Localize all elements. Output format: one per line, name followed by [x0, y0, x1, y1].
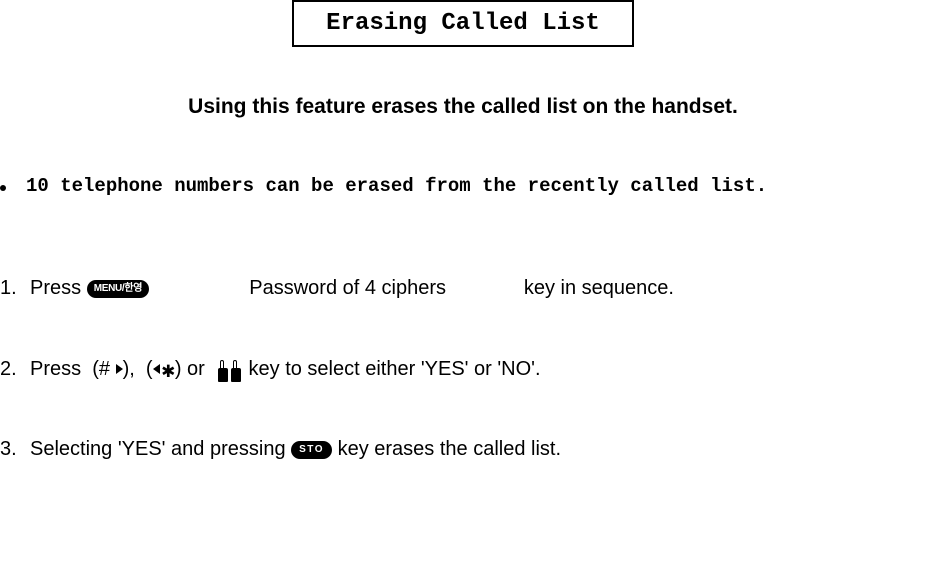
step-number: 1.: [0, 277, 30, 300]
bullet-text: 10 telephone numbers can be erased from …: [26, 175, 767, 197]
sto-key-icon: STO: [291, 441, 332, 459]
text: ), (: [123, 358, 153, 381]
subheading: Using this feature erases the called lis…: [0, 95, 926, 119]
lock-icon: [218, 356, 241, 382]
title-box: Erasing Called List: [292, 0, 634, 47]
arrow-left-icon: [153, 364, 160, 374]
text: Selecting 'YES' and pressing: [30, 438, 291, 461]
text: key in sequence.: [518, 277, 674, 300]
text: Press (#: [30, 358, 116, 381]
step-number: 3.: [0, 438, 30, 461]
spacer: [149, 277, 249, 300]
step-3: 3. Selecting 'YES' and pressing STO key …: [0, 438, 926, 461]
step-2: 2. Press (# ), ( ✱ ) or key to select ei…: [0, 356, 926, 382]
text: ) or: [175, 358, 216, 381]
menu-key-icon: MENU/한영: [87, 280, 150, 298]
asterisk-icon: ✱: [162, 358, 175, 384]
text: key erases the called list.: [332, 438, 561, 461]
text: key to select either 'YES' or 'NO'.: [243, 358, 541, 381]
arrow-right-icon: [116, 364, 123, 374]
steps-list: 1. Press MENU/한영 Password of 4 ciphers k…: [0, 277, 926, 461]
spacer: [446, 277, 518, 300]
step-body: Press (# ), ( ✱ ) or key to select eithe…: [30, 356, 541, 382]
title-text: Erasing Called List: [326, 10, 600, 37]
page: Erasing Called List Using this feature e…: [0, 0, 926, 584]
step-body: Press MENU/한영 Password of 4 ciphers key …: [30, 277, 674, 300]
step-body: Selecting 'YES' and pressing STO key era…: [30, 438, 561, 461]
text: Press: [30, 277, 87, 300]
bullet-icon: [0, 185, 6, 191]
bullet-row: 10 telephone numbers can be erased from …: [0, 175, 926, 197]
step-number: 2.: [0, 358, 30, 381]
step-1: 1. Press MENU/한영 Password of 4 ciphers k…: [0, 277, 926, 300]
text: Password of 4 ciphers: [249, 277, 446, 300]
